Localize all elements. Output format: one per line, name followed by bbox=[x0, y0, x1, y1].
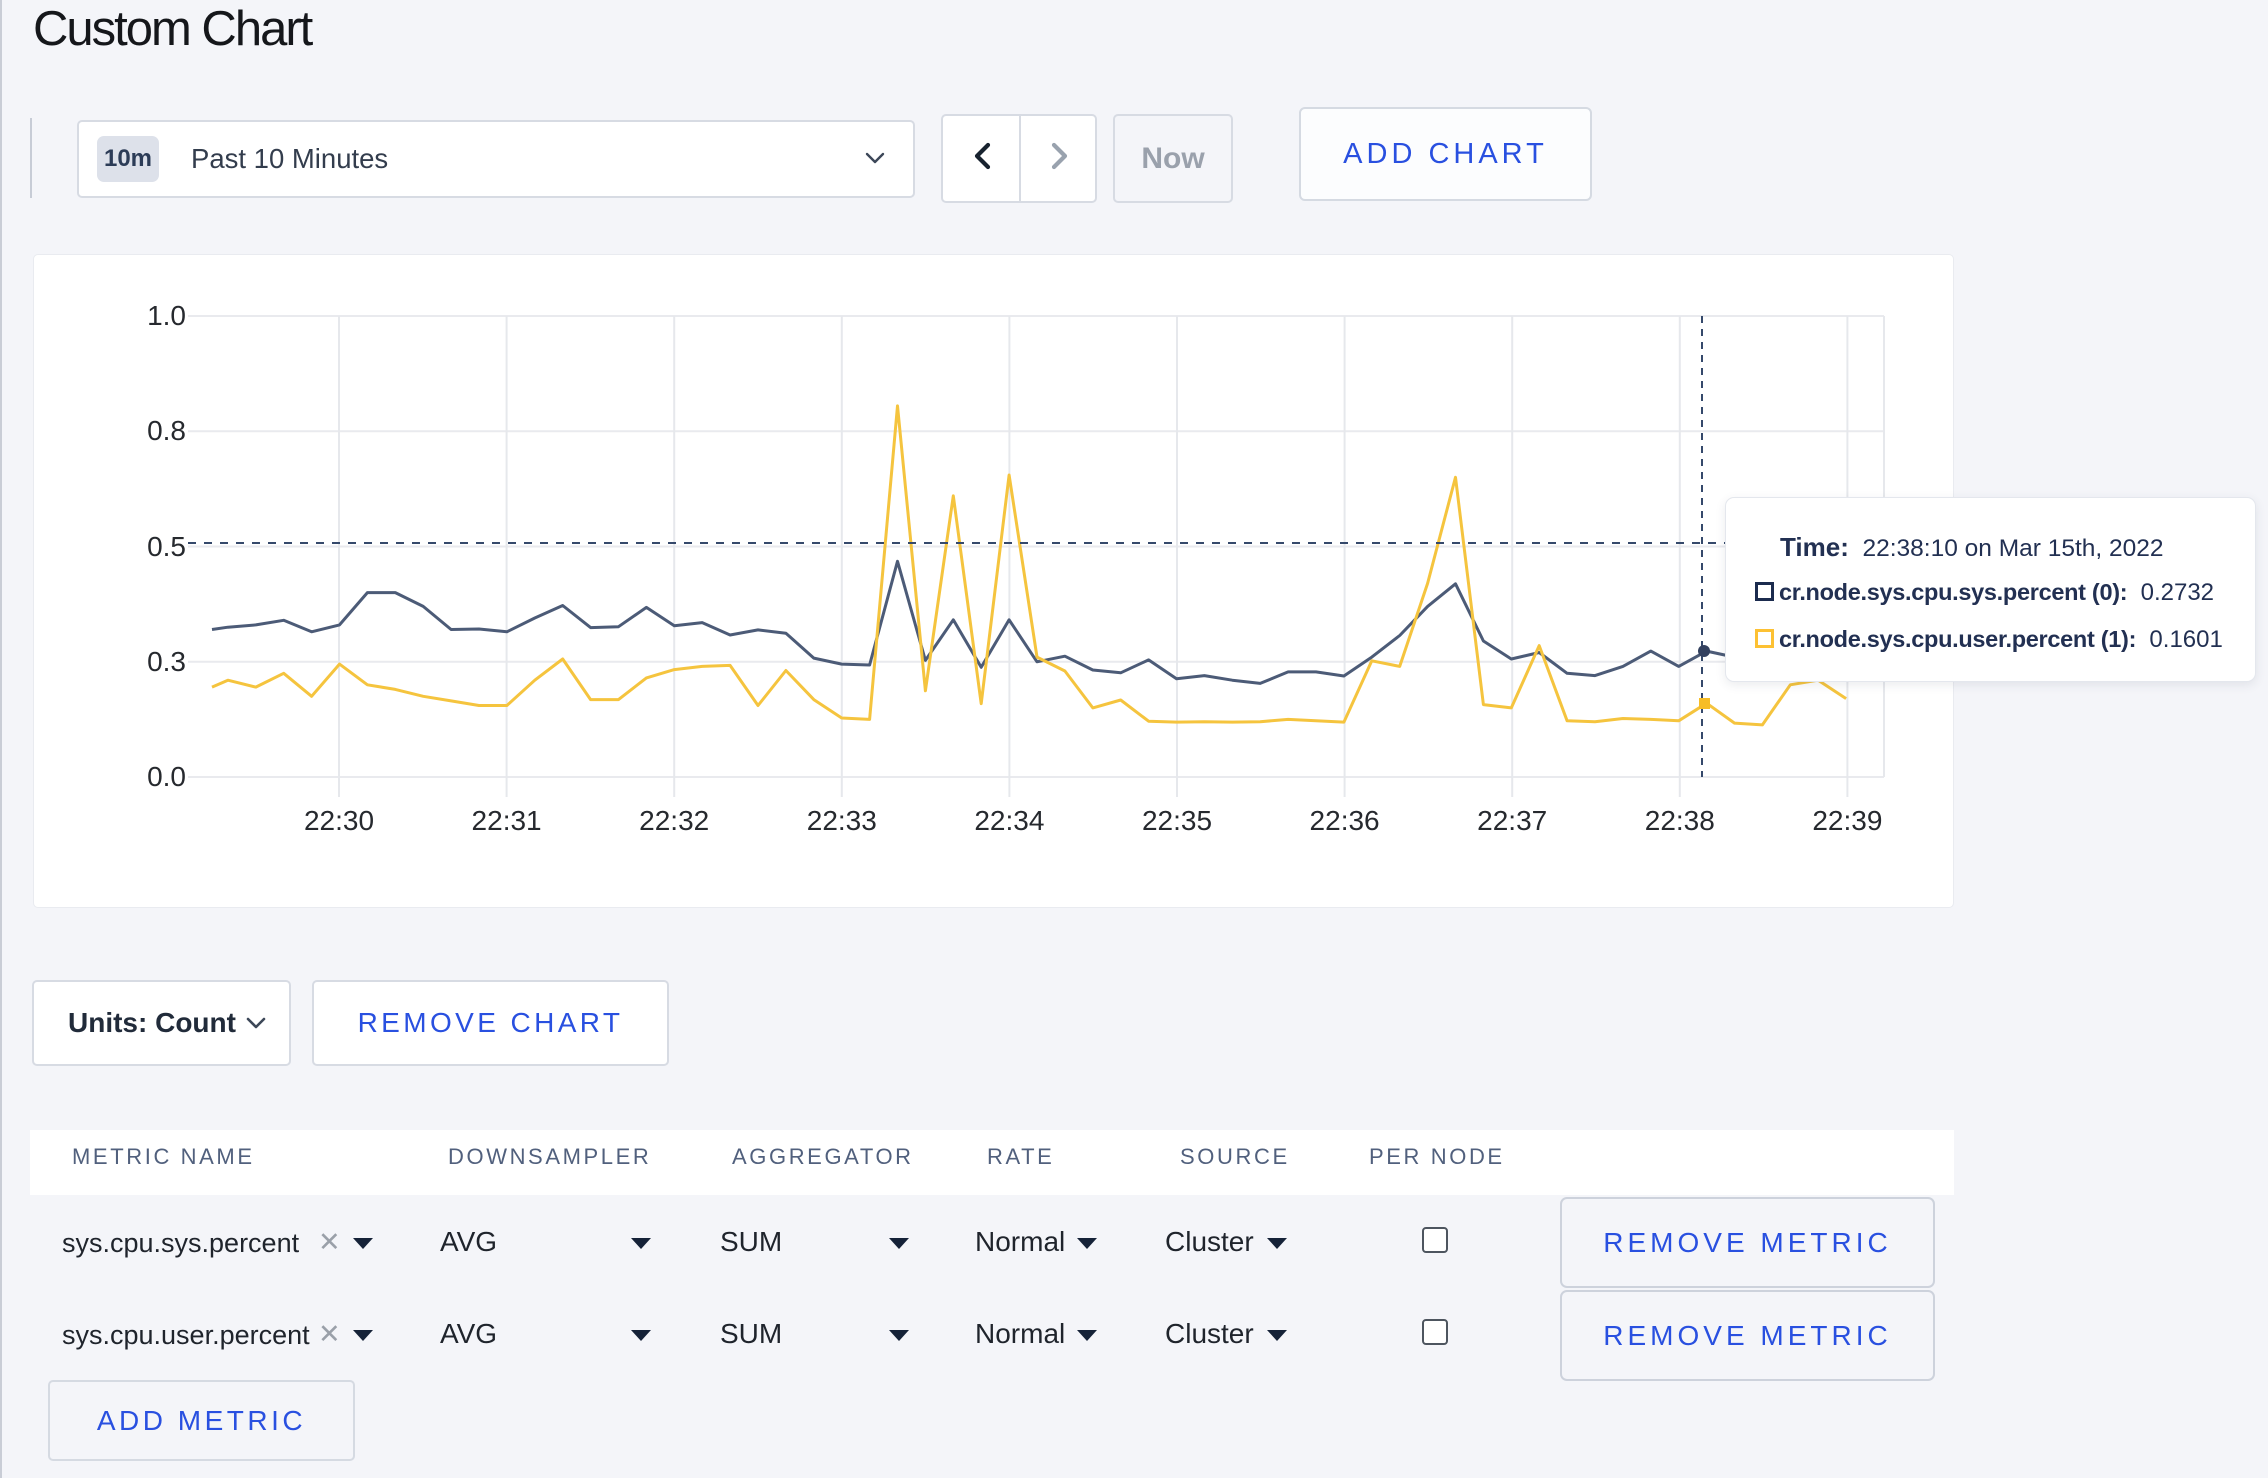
svg-text:1.0: 1.0 bbox=[147, 300, 186, 331]
svg-text:22:32: 22:32 bbox=[639, 805, 709, 836]
svg-text:0.3: 0.3 bbox=[147, 646, 186, 677]
svg-text:22:34: 22:34 bbox=[974, 805, 1044, 836]
svg-text:22:33: 22:33 bbox=[807, 805, 877, 836]
svg-text:0.5: 0.5 bbox=[147, 531, 186, 562]
svg-text:22:31: 22:31 bbox=[472, 805, 542, 836]
svg-text:0.8: 0.8 bbox=[147, 415, 186, 446]
svg-text:22:36: 22:36 bbox=[1310, 805, 1380, 836]
svg-text:22:30: 22:30 bbox=[304, 805, 374, 836]
svg-text:0.0: 0.0 bbox=[147, 761, 186, 792]
svg-text:22:35: 22:35 bbox=[1142, 805, 1212, 836]
svg-text:22:39: 22:39 bbox=[1812, 805, 1882, 836]
svg-text:22:37: 22:37 bbox=[1477, 805, 1547, 836]
svg-text:22:38: 22:38 bbox=[1645, 805, 1715, 836]
